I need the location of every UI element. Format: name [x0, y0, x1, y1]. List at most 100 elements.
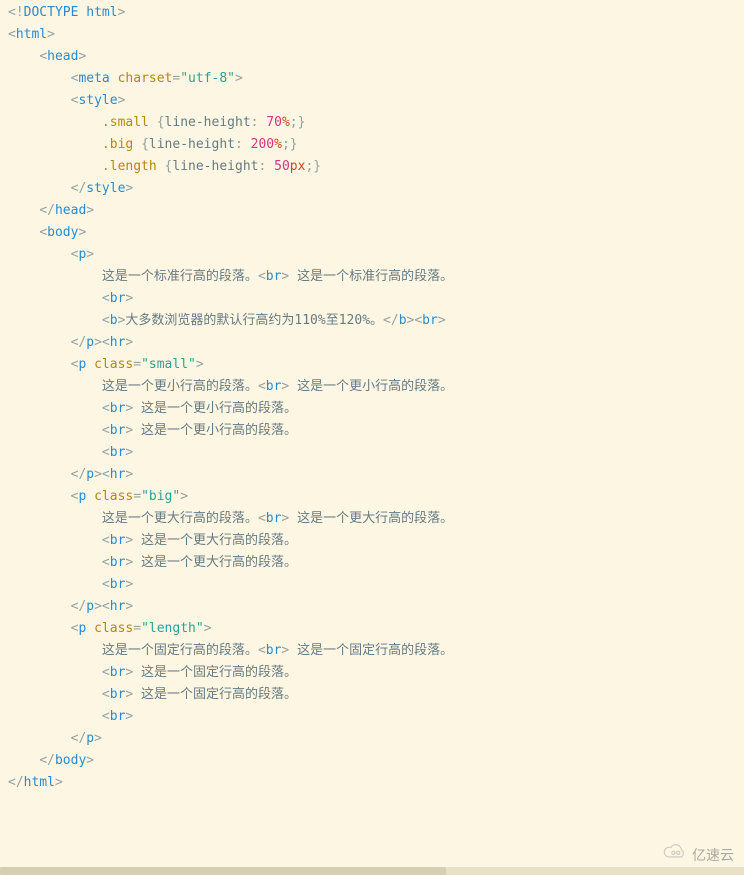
code-token	[8, 687, 102, 702]
code-line[interactable]: <br>	[8, 288, 744, 310]
code-line[interactable]: .small {line-height: 70%;}	[8, 112, 744, 134]
code-line[interactable]: <p class="big">	[8, 486, 744, 508]
code-line[interactable]: </p><hr>	[8, 464, 744, 486]
code-line[interactable]: </style>	[8, 178, 744, 200]
code-token: >	[125, 599, 133, 614]
code-token	[86, 621, 94, 636]
code-line[interactable]: <head>	[8, 46, 744, 68]
code-token: br	[110, 555, 126, 570]
code-token	[8, 467, 71, 482]
code-line[interactable]: <br> 这是一个更小行高的段落。	[8, 420, 744, 442]
code-line[interactable]: <style>	[8, 90, 744, 112]
code-token: "big"	[141, 489, 180, 504]
code-token: body	[55, 753, 86, 768]
code-line[interactable]: <br> 这是一个更大行高的段落。	[8, 530, 744, 552]
code-token: style	[86, 181, 125, 196]
code-token: </	[8, 775, 24, 790]
code-token: <	[8, 27, 16, 42]
code-token: =	[133, 489, 141, 504]
code-token: br	[266, 269, 282, 284]
code-line[interactable]: </p>	[8, 728, 744, 750]
code-line[interactable]: <br> 这是一个更小行高的段落。	[8, 398, 744, 420]
code-token: >	[125, 467, 133, 482]
code-token: p	[86, 467, 94, 482]
code-token: </	[71, 731, 87, 746]
code-token: br	[110, 577, 126, 592]
code-line[interactable]: <br> 这是一个固定行高的段落。	[8, 684, 744, 706]
code-token: %	[282, 115, 290, 130]
code-line[interactable]: <p>	[8, 244, 744, 266]
code-line[interactable]: <br>	[8, 442, 744, 464]
code-token: >	[125, 445, 133, 460]
horizontal-scrollbar[interactable]	[0, 867, 744, 875]
code-token: 这是一个固定行高的段落。	[289, 643, 453, 658]
code-token: style	[78, 93, 117, 108]
code-token: >	[204, 621, 212, 636]
code-token: 70	[266, 115, 282, 130]
code-line[interactable]: <body>	[8, 222, 744, 244]
code-token: >	[235, 71, 243, 86]
code-token: hr	[110, 467, 126, 482]
code-token: :	[258, 159, 274, 174]
code-line[interactable]: 这是一个更小行高的段落。<br> 这是一个更小行高的段落。	[8, 376, 744, 398]
code-token	[8, 71, 71, 86]
code-line[interactable]: </head>	[8, 200, 744, 222]
code-token: <	[102, 533, 110, 548]
code-token: >	[86, 753, 94, 768]
code-block[interactable]: <!DOCTYPE html><html> <head> <meta chars…	[0, 0, 744, 796]
code-token	[8, 599, 71, 614]
code-token: </	[39, 753, 55, 768]
code-token: 这是一个更小行高的段落。	[289, 379, 453, 394]
code-token: </	[71, 467, 87, 482]
code-token	[8, 445, 102, 460]
code-token: 这是一个更大行高的段落。	[133, 533, 297, 548]
code-token	[110, 71, 118, 86]
code-token	[8, 643, 102, 658]
code-token	[8, 709, 102, 724]
code-line[interactable]: </p><hr>	[8, 332, 744, 354]
code-token: .length	[102, 159, 157, 174]
code-token: html	[24, 775, 55, 790]
code-token: br	[110, 445, 126, 460]
code-token: ;}	[282, 137, 298, 152]
code-token: px	[290, 159, 306, 174]
code-line[interactable]: .length {line-height: 50px;}	[8, 156, 744, 178]
code-token: br	[110, 533, 126, 548]
code-token	[8, 291, 102, 306]
code-token: >	[196, 357, 204, 372]
code-line[interactable]: <br>	[8, 706, 744, 728]
scrollbar-thumb[interactable]	[0, 867, 446, 875]
code-line[interactable]: <p class="length">	[8, 618, 744, 640]
code-line[interactable]: </body>	[8, 750, 744, 772]
code-token: >	[125, 709, 133, 724]
code-token: hr	[110, 335, 126, 350]
code-token: br	[110, 687, 126, 702]
code-line[interactable]: </p><hr>	[8, 596, 744, 618]
code-line[interactable]: <html>	[8, 24, 744, 46]
code-line[interactable]: <br> 这是一个固定行高的段落。	[8, 662, 744, 684]
code-token	[86, 357, 94, 372]
code-token: html	[16, 27, 47, 42]
code-line[interactable]: <!DOCTYPE html>	[8, 2, 744, 24]
code-line[interactable]: <b>大多数浏览器的默认行高约为110%至120%。</b><br>	[8, 310, 744, 332]
code-line[interactable]: 这是一个标准行高的段落。<br> 这是一个标准行高的段落。	[8, 266, 744, 288]
code-token	[8, 423, 102, 438]
code-line[interactable]: </html>	[8, 772, 744, 794]
code-token: head	[47, 49, 78, 64]
code-token: ><	[407, 313, 423, 328]
code-token: body	[47, 225, 78, 240]
code-token: 这是一个更大行高的段落。	[102, 511, 258, 526]
code-token: line-height	[172, 159, 258, 174]
code-line[interactable]: 这是一个固定行高的段落。<br> 这是一个固定行高的段落。	[8, 640, 744, 662]
code-token	[133, 137, 141, 152]
code-line[interactable]: <meta charset="utf-8">	[8, 68, 744, 90]
code-line[interactable]: <p class="small">	[8, 354, 744, 376]
code-line[interactable]: 这是一个更大行高的段落。<br> 这是一个更大行高的段落。	[8, 508, 744, 530]
code-token: >	[438, 313, 446, 328]
code-line[interactable]: <br>	[8, 574, 744, 596]
code-token: <	[102, 423, 110, 438]
code-line[interactable]: <br> 这是一个更大行高的段落。	[8, 552, 744, 574]
code-token: line-height	[165, 115, 251, 130]
code-token: >	[125, 181, 133, 196]
code-line[interactable]: .big {line-height: 200%;}	[8, 134, 744, 156]
